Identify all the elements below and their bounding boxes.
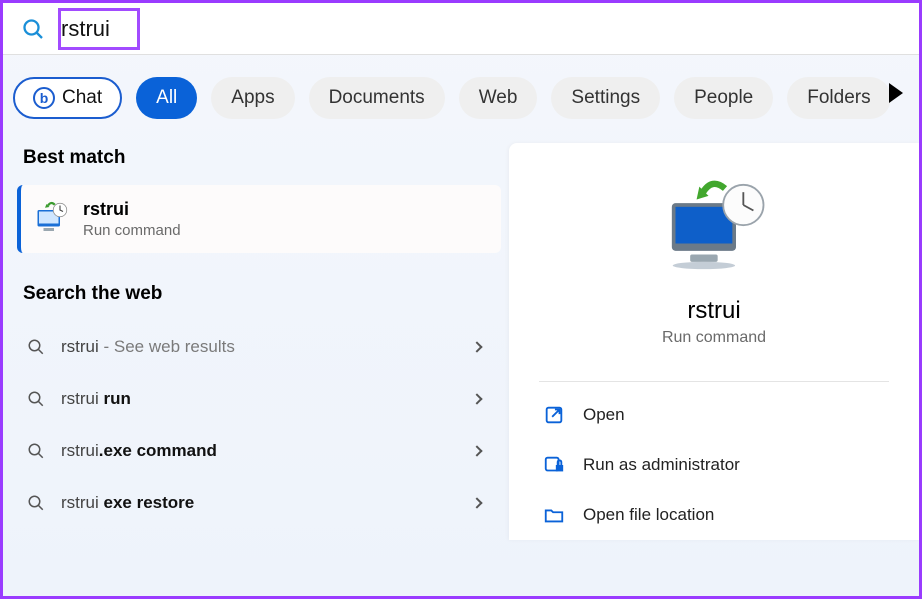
detail-panel: rstrui Run command Open Run as administr… (509, 143, 919, 540)
action-run-admin[interactable]: Run as administrator (539, 440, 889, 490)
search-bar (3, 3, 919, 55)
web-result-label: rstrui run (61, 389, 131, 409)
detail-title: rstrui (539, 297, 889, 325)
bing-icon (33, 87, 55, 109)
filter-row: Chat All Apps Documents Web Settings Peo… (3, 55, 919, 131)
best-match-heading: Best match (23, 147, 501, 169)
chevron-right-icon (471, 393, 482, 404)
best-match-result[interactable]: rstrui Run command (17, 185, 501, 253)
search-icon (21, 17, 45, 41)
web-result-3[interactable]: rstrui exe restore (17, 477, 501, 529)
action-label: Run as administrator (583, 455, 740, 475)
chat-label: Chat (62, 87, 102, 109)
system-restore-icon-large (659, 177, 769, 277)
search-input[interactable] (61, 16, 461, 42)
chevron-right-icon (471, 445, 482, 456)
system-restore-icon (33, 201, 69, 237)
content-area: Best match rstrui Run command Search the… (3, 131, 919, 540)
folder-icon (543, 504, 565, 526)
scroll-right-icon[interactable] (889, 83, 903, 103)
admin-shield-icon (543, 454, 565, 476)
open-icon (543, 404, 565, 426)
action-open[interactable]: Open (539, 390, 889, 440)
filter-folders[interactable]: Folders (787, 77, 890, 119)
search-icon (27, 338, 45, 356)
best-match-title: rstrui (83, 199, 181, 220)
chevron-right-icon (471, 341, 482, 352)
search-icon (27, 390, 45, 408)
filter-people[interactable]: People (674, 77, 773, 119)
left-column: Best match rstrui Run command Search the… (3, 143, 501, 540)
search-web-section: Search the web rstrui - See web results … (17, 283, 501, 529)
web-result-2[interactable]: rstrui.exe command (17, 425, 501, 477)
web-result-label: rstrui - See web results (61, 337, 235, 357)
web-result-0[interactable]: rstrui - See web results (17, 321, 501, 373)
divider (539, 381, 889, 382)
chat-button[interactable]: Chat (13, 77, 122, 119)
action-label: Open file location (583, 505, 714, 525)
filter-apps[interactable]: Apps (211, 77, 294, 119)
filter-settings[interactable]: Settings (551, 77, 660, 119)
web-result-label: rstrui.exe command (61, 441, 217, 461)
search-icon (27, 494, 45, 512)
chevron-right-icon (471, 497, 482, 508)
search-icon (27, 442, 45, 460)
detail-subtitle: Run command (539, 329, 889, 347)
action-label: Open (583, 405, 625, 425)
best-match-subtitle: Run command (83, 222, 181, 239)
search-web-heading: Search the web (23, 283, 501, 305)
action-open-location[interactable]: Open file location (539, 490, 889, 540)
best-match-text: rstrui Run command (83, 199, 181, 239)
web-result-label: rstrui exe restore (61, 493, 194, 513)
filter-documents[interactable]: Documents (309, 77, 445, 119)
filter-web[interactable]: Web (459, 77, 538, 119)
web-result-1[interactable]: rstrui run (17, 373, 501, 425)
filter-all[interactable]: All (136, 77, 197, 119)
